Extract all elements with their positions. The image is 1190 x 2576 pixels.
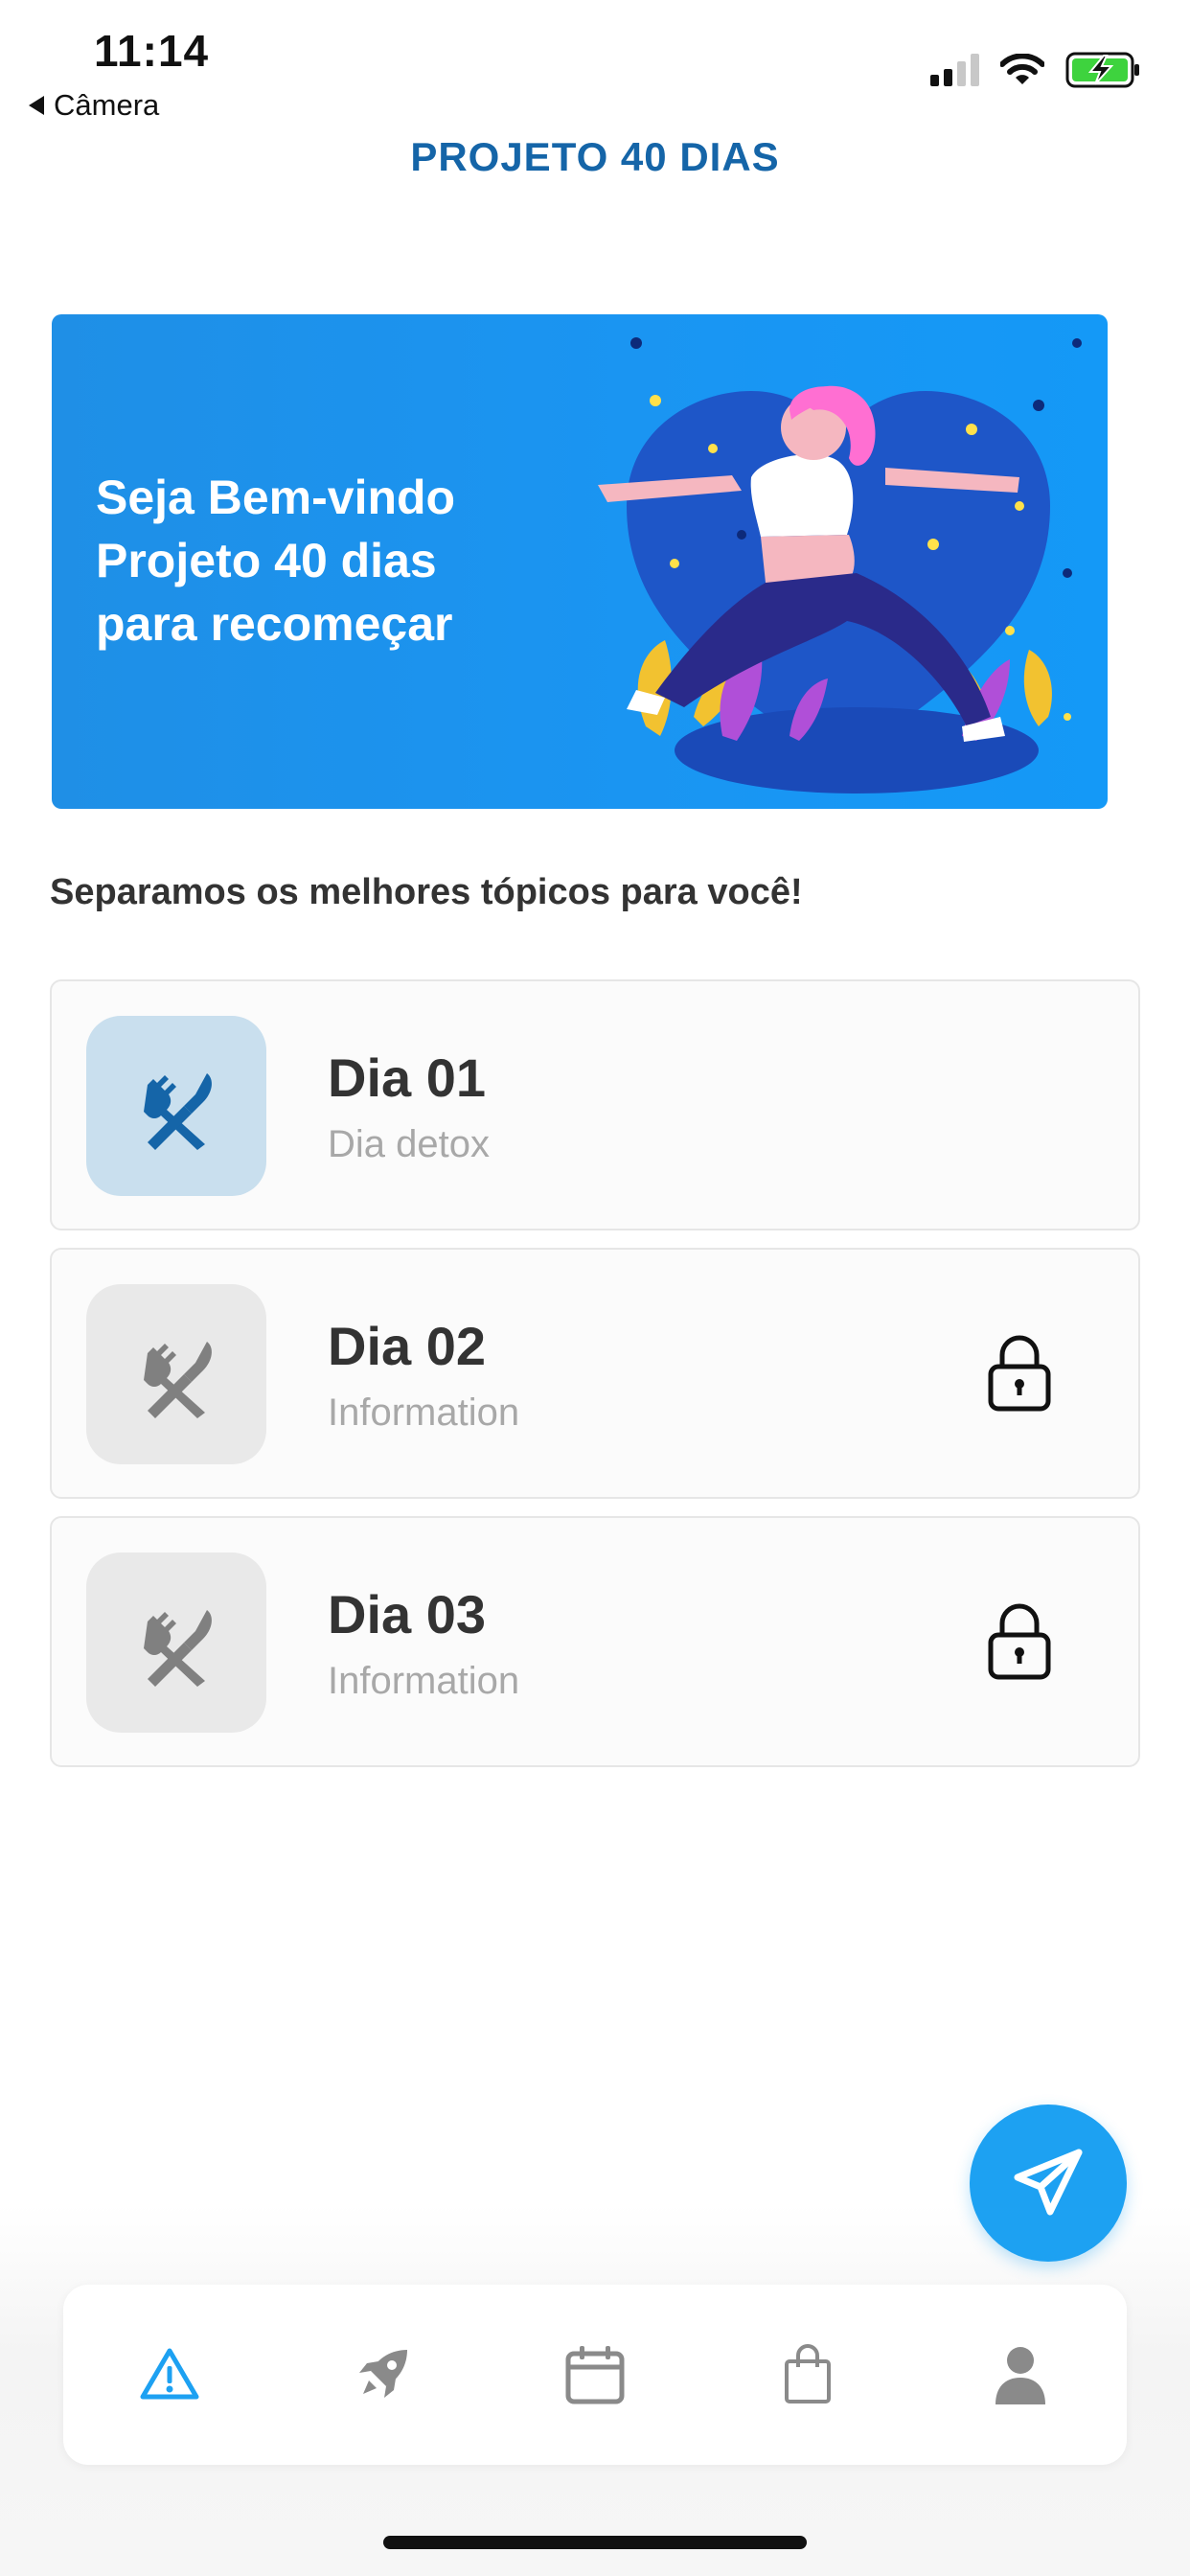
shopping-bag-icon — [785, 2344, 831, 2404]
banner-line: para recomeçar — [96, 597, 453, 651]
lock-icon — [988, 1603, 1051, 1680]
day-thumbnail — [86, 1016, 266, 1196]
back-arrow-icon — [29, 96, 44, 115]
status-time: 11:14 — [94, 26, 210, 76]
day-subtitle: Dia detox — [328, 1123, 490, 1165]
user-icon — [995, 2347, 1045, 2404]
banner-text: Seja Bem-vindo Projeto 40 dias para reco… — [96, 466, 594, 656]
nav-profile[interactable] — [963, 2317, 1078, 2432]
send-button[interactable] — [970, 2104, 1127, 2262]
battery-charging-icon — [1065, 52, 1139, 88]
fork-knife-icon — [144, 1342, 212, 1418]
banner-line: Projeto 40 dias — [96, 534, 437, 587]
nav-calendar[interactable] — [538, 2317, 652, 2432]
day-title: Dia 03 — [328, 1584, 486, 1644]
section-heading: Separamos os melhores tópicos para você! — [50, 872, 803, 912]
day-card[interactable]: Dia 01 Dia detox — [50, 979, 1140, 1230]
day-subtitle: Information — [328, 1660, 520, 1702]
fork-knife-icon — [144, 1073, 212, 1150]
day-thumbnail — [86, 1552, 266, 1733]
status-icons — [930, 52, 1142, 88]
welcome-banner[interactable]: Seja Bem-vindo Projeto 40 dias para reco… — [52, 314, 1108, 809]
nav-alert[interactable] — [112, 2317, 227, 2432]
day-title: Dia 02 — [328, 1316, 486, 1376]
bottom-nav — [63, 2285, 1127, 2465]
back-to-camera-link[interactable]: Câmera — [29, 88, 159, 123]
day-subtitle: Information — [328, 1392, 520, 1434]
fork-knife-icon — [144, 1610, 212, 1687]
day-card[interactable]: Dia 02 Information — [50, 1248, 1140, 1499]
cellular-signal-icon — [930, 54, 979, 86]
page-title: PROJETO 40 DIAS — [410, 134, 780, 179]
home-indicator — [383, 2536, 807, 2549]
day-thumbnail — [86, 1284, 266, 1464]
day-title: Dia 01 — [328, 1047, 486, 1108]
yoga-woman-illustration — [598, 337, 1082, 794]
back-label: Câmera — [54, 88, 160, 122]
warning-icon — [140, 2348, 199, 2400]
lock-icon — [988, 1335, 1051, 1412]
calendar-icon — [565, 2346, 625, 2404]
send-icon — [1014, 2149, 1083, 2216]
rocket-icon — [359, 2350, 407, 2398]
nav-rocket[interactable] — [325, 2317, 440, 2432]
banner-line: Seja Bem-vindo — [96, 471, 456, 524]
nav-shopping[interactable] — [750, 2317, 865, 2432]
wifi-icon — [1000, 54, 1044, 84]
day-card[interactable]: Dia 03 Information — [50, 1516, 1140, 1767]
